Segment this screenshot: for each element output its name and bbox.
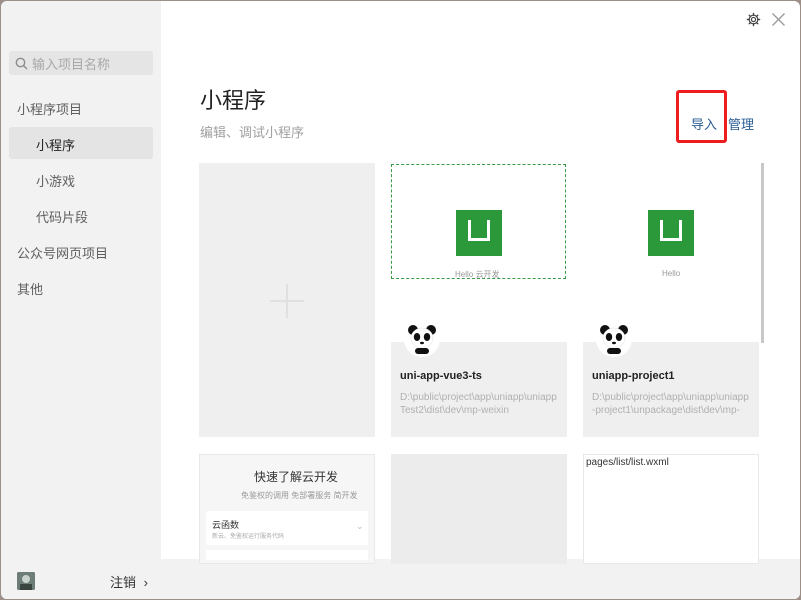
sidebar: 输入项目名称 小程序项目 小程序 小游戏 代码片段 公众号网页项目 其他 — [1, 1, 161, 599]
project-name: uni-app-vue3-ts — [400, 370, 482, 382]
avatar[interactable] — [17, 572, 35, 590]
chevron-right-icon: › — [143, 575, 148, 590]
cloud-template-desc: 免鉴权的调用 免部署服务 简开发 — [241, 491, 358, 500]
cloud-function-title: 云函数 — [212, 520, 240, 530]
project-manager-window: 输入项目名称 小程序项目 小程序 小游戏 代码片段 公众号网页项目 其他 注销 … — [1, 1, 800, 599]
panda-avatar — [404, 321, 440, 357]
project-path: D:\public\project\app\uniapp\uniapp-proj… — [592, 392, 749, 416]
logout-label: 注销 — [110, 575, 137, 590]
import-highlight-box — [676, 90, 727, 143]
cloud-function-desc: 新云、免鉴权运行服务代码 — [212, 534, 285, 540]
gear-icon — [746, 12, 761, 27]
logout-button[interactable]: 注销 › — [110, 572, 148, 591]
avatar-image — [17, 572, 35, 590]
page-title: 小程序 — [200, 88, 267, 113]
project-path: D:\public\project\app\uniapp\uniappTest2… — [400, 392, 557, 416]
search-icon — [15, 57, 28, 69]
search-placeholder: 输入项目名称 — [32, 56, 111, 72]
thumbnail-caption: Hello 云开发 — [455, 270, 500, 279]
cloud-box-secondary — [206, 550, 368, 560]
manage-button[interactable]: 管理 — [728, 114, 754, 133]
search-input[interactable]: 输入项目名称 — [9, 51, 153, 75]
wxml-path-label: pages/list/list.wxml — [586, 457, 669, 468]
uni-app-logo — [456, 210, 502, 256]
settings-button[interactable] — [746, 12, 761, 32]
close-button[interactable] — [771, 12, 786, 32]
project-name: uniapp-project1 — [592, 370, 675, 382]
sidebar-active-highlight — [9, 127, 153, 159]
panda-avatar — [596, 321, 632, 357]
panda-icon — [404, 321, 440, 357]
sidebar-section-miniprogram[interactable]: 小程序项目 — [17, 99, 82, 118]
close-icon — [772, 13, 785, 26]
thumbnail-caption: Hello — [662, 269, 681, 278]
sidebar-section-other[interactable]: 其他 — [17, 279, 43, 298]
sidebar-item-miniprogram[interactable]: 小程序 — [36, 135, 75, 154]
cloud-template-title: 快速了解云开发 — [254, 470, 339, 484]
template-card-blank[interactable] — [391, 454, 567, 564]
uni-app-logo — [648, 210, 694, 256]
panda-icon — [596, 321, 632, 357]
plus-icon-vertical — [286, 284, 288, 318]
page-subtitle: 编辑、调试小程序 — [200, 125, 305, 140]
template-card-wxml[interactable] — [583, 454, 759, 564]
sidebar-section-official-account[interactable]: 公众号网页项目 — [17, 243, 108, 262]
sidebar-item-code-snippet[interactable]: 代码片段 — [36, 207, 88, 226]
scrollbar[interactable] — [761, 163, 764, 343]
chevron-down-icon: ⌄ — [356, 521, 364, 531]
sidebar-item-minigame[interactable]: 小游戏 — [36, 171, 75, 190]
